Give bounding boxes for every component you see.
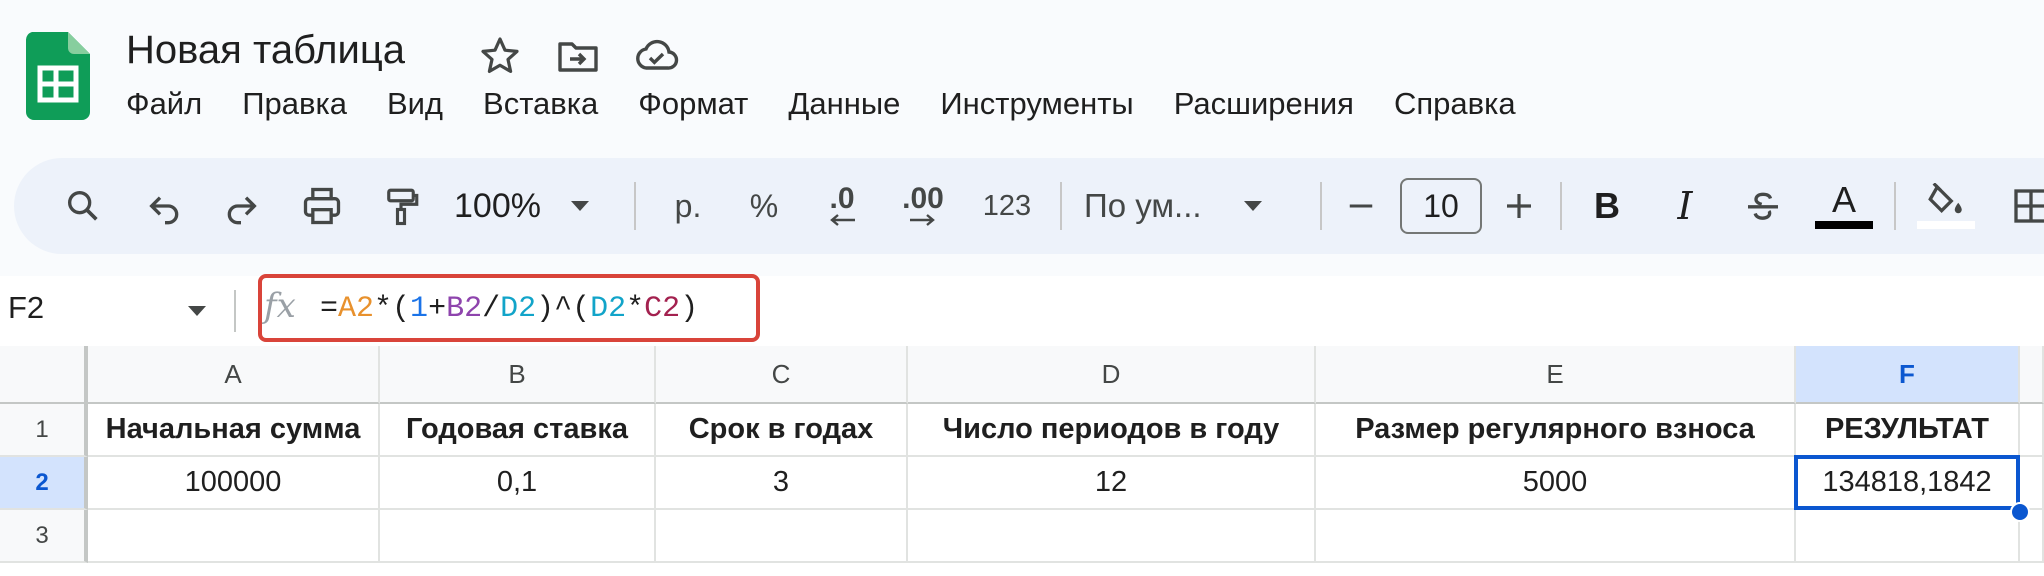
- cell-b3[interactable]: [380, 510, 656, 563]
- format-currency-button[interactable]: р.: [658, 158, 718, 254]
- search-menus-icon[interactable]: [56, 158, 110, 254]
- cell-e3[interactable]: [1316, 510, 1796, 563]
- column-header-e[interactable]: E: [1316, 346, 1796, 404]
- formula-token: 1: [410, 292, 429, 326]
- menu-extensions[interactable]: Расширения: [1174, 86, 1354, 122]
- cell-g1[interactable]: [2020, 404, 2044, 457]
- cell-f3[interactable]: [1796, 510, 2020, 563]
- name-box[interactable]: F2: [8, 290, 44, 326]
- menu-file[interactable]: Файл: [126, 86, 202, 122]
- cell-f1[interactable]: РЕЗУЛЬТАТ: [1796, 404, 2020, 457]
- row-header-2[interactable]: 2: [0, 457, 88, 510]
- formula-token: D2: [500, 292, 537, 326]
- document-title[interactable]: Новая таблица: [126, 28, 405, 73]
- formula-token: *: [626, 292, 645, 326]
- paint-format-icon[interactable]: [374, 158, 428, 254]
- chevron-down-icon[interactable]: [186, 304, 208, 318]
- arrow-left-icon: [830, 214, 855, 226]
- more-formats-button[interactable]: 123: [974, 158, 1040, 254]
- menu-format[interactable]: Формат: [638, 86, 748, 122]
- italic-button[interactable]: I: [1658, 158, 1712, 254]
- formula-input[interactable]: =A2*(1+B2/D2)^(D2*C2): [320, 292, 698, 326]
- text-color-button[interactable]: A: [1804, 158, 1884, 254]
- formula-token: +: [428, 292, 447, 326]
- chevron-down-icon: [570, 201, 589, 211]
- increase-decimals-label: .00: [902, 182, 944, 215]
- column-header-b[interactable]: B: [380, 346, 656, 404]
- cell-e2[interactable]: 5000: [1316, 457, 1796, 510]
- menu-bar: Файл Правка Вид Вставка Формат Данные Ин…: [126, 86, 1556, 122]
- print-icon[interactable]: [294, 158, 350, 254]
- cell-a1[interactable]: Начальная сумма: [88, 404, 380, 457]
- text-color-swatch: [1815, 221, 1873, 229]
- decrease-decimals-label: .0: [829, 182, 855, 215]
- toolbar: 100% р. % .0 .00 123 По ум... 10 B I A: [14, 158, 2044, 254]
- decrease-font-size-icon[interactable]: [1334, 158, 1388, 254]
- formula-token: D2: [590, 292, 627, 326]
- active-cell-border: [1794, 455, 2020, 510]
- undo-icon[interactable]: [138, 158, 192, 254]
- borders-icon[interactable]: [2004, 158, 2044, 254]
- formula-token: )^(: [536, 292, 591, 326]
- menu-help[interactable]: Справка: [1394, 86, 1516, 122]
- formula-token: /: [482, 292, 501, 326]
- font-select[interactable]: По ум...: [1084, 158, 1304, 254]
- fill-color-swatch: [1917, 221, 1975, 229]
- cell-d3[interactable]: [908, 510, 1316, 563]
- fill-color-button[interactable]: [1906, 158, 1986, 254]
- formula-token: B2: [446, 292, 483, 326]
- column-header-f[interactable]: F: [1796, 346, 2020, 404]
- sheets-logo-icon[interactable]: [26, 32, 90, 120]
- chevron-down-icon: [1243, 201, 1262, 211]
- formula-token: =: [320, 292, 339, 326]
- font-value: По ум...: [1084, 187, 1202, 224]
- format-percent-button[interactable]: %: [736, 158, 792, 254]
- cell-c2[interactable]: 3: [656, 457, 908, 510]
- cell-d2[interactable]: 12: [908, 457, 1316, 510]
- increase-decimals-button[interactable]: .00: [890, 158, 956, 254]
- font-size-input[interactable]: 10: [1400, 178, 1482, 234]
- cell-c3[interactable]: [656, 510, 908, 563]
- cell-d1[interactable]: Число периодов в году: [908, 404, 1316, 457]
- row-header-3[interactable]: 3: [0, 510, 88, 563]
- zoom-select[interactable]: 100%: [454, 158, 604, 254]
- fill-handle[interactable]: [2010, 502, 2030, 522]
- formula-token: A2: [338, 292, 375, 326]
- formula-token: C2: [644, 292, 681, 326]
- formula-token: *(: [374, 292, 411, 326]
- cell-b2[interactable]: 0,1: [380, 457, 656, 510]
- bold-button[interactable]: B: [1580, 158, 1634, 254]
- decrease-decimals-button[interactable]: .0: [812, 158, 872, 254]
- text-color-label: A: [1831, 179, 1856, 220]
- column-header-d[interactable]: D: [908, 346, 1316, 404]
- menu-edit[interactable]: Правка: [242, 86, 347, 122]
- menu-insert[interactable]: Вставка: [483, 86, 598, 122]
- column-header-a[interactable]: A: [88, 346, 380, 404]
- function-icon: fx: [264, 286, 296, 326]
- menu-tools[interactable]: Инструменты: [940, 86, 1133, 122]
- arrow-right-icon: [910, 214, 935, 226]
- star-icon[interactable]: [476, 32, 524, 80]
- column-header-g[interactable]: [2020, 346, 2044, 404]
- cell-e1[interactable]: Размер регулярного взноса: [1316, 404, 1796, 457]
- cell-a2[interactable]: 100000: [88, 457, 380, 510]
- row-header-1[interactable]: 1: [0, 404, 88, 457]
- menu-view[interactable]: Вид: [387, 86, 443, 122]
- increase-font-size-icon[interactable]: [1492, 158, 1546, 254]
- cloud-saved-icon[interactable]: [632, 32, 680, 80]
- move-to-folder-icon[interactable]: [554, 32, 602, 80]
- strikethrough-icon[interactable]: [1736, 158, 1790, 254]
- menu-data[interactable]: Данные: [788, 86, 900, 122]
- select-all-corner[interactable]: [0, 346, 88, 404]
- cell-a3[interactable]: [88, 510, 380, 563]
- paint-bucket-icon: [1928, 183, 1962, 214]
- cell-c1[interactable]: Срок в годах: [656, 404, 908, 457]
- zoom-value: 100%: [454, 186, 541, 225]
- spreadsheet-grid: A B C D E F 1 Начальная сумма Годовая ставка Срок…: [0, 346, 2044, 576]
- column-header-c[interactable]: C: [656, 346, 908, 404]
- redo-icon[interactable]: [214, 158, 268, 254]
- divider: [234, 290, 236, 332]
- formula-token: ): [680, 292, 699, 326]
- cell-b1[interactable]: Годовая ставка: [380, 404, 656, 457]
